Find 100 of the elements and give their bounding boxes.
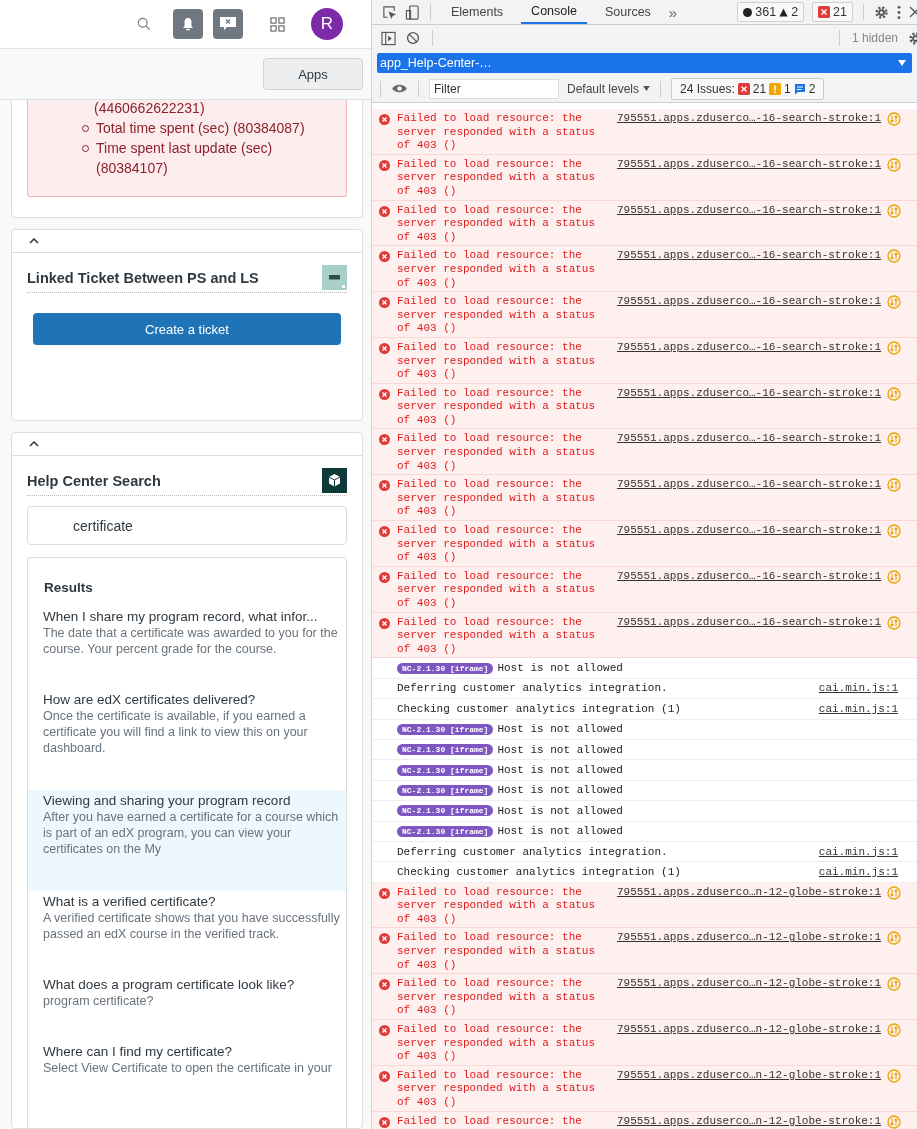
collapse-caret-icon[interactable]	[29, 238, 39, 244]
log-badge: NC-2.1.30 [iframe]	[397, 784, 494, 796]
error-icon	[379, 887, 390, 899]
result-item[interactable]: How are edX certificates delivered? Once the certificate is available, if you earned a certificate you will find a link to view this on your dashboard.	[28, 691, 346, 790]
console-message: Host is not allowed	[497, 723, 623, 736]
source-link[interactable]: 795551.apps.zduserco…-16-search-stroke:1	[617, 569, 882, 584]
console-message: Checking customer analytics integration (1)	[397, 702, 681, 715]
error-icon	[379, 1025, 390, 1036]
network-request-icon[interactable]	[887, 1068, 902, 1083]
network-request-icon[interactable]	[887, 1114, 902, 1129]
cube-logo-icon	[322, 468, 347, 493]
source-link[interactable]: 795551.apps.zduserco…-16-search-stroke:1	[617, 478, 882, 492]
filter-field[interactable]: Filter	[429, 78, 559, 99]
create-ticket-button[interactable]: Create a ticket	[33, 313, 341, 345]
log-badge: NC-2.1.30 [iframe]	[397, 764, 494, 776]
network-request-icon[interactable]	[887, 524, 902, 539]
network-request-icon[interactable]	[887, 569, 902, 584]
context-selector[interactable]: app_Help-Center-…	[377, 53, 912, 73]
devtools-tab[interactable]: Elements	[441, 0, 514, 24]
result-snippet: After you have earned a certificate for a course which is part of an edX program, you can view your certificates on the My	[43, 809, 340, 857]
issues-button[interactable]: 24 Issues: 21 1 2	[671, 77, 825, 100]
result-item[interactable]: When I share my program record, what infor... The date that a certificate was awarded to you for the course. Your percent grade for the course.	[28, 608, 346, 691]
apps-grid-icon[interactable]	[270, 16, 285, 32]
network-request-icon[interactable]	[887, 432, 902, 447]
notification-button[interactable]	[173, 9, 203, 39]
search-field[interactable]: certificate	[27, 506, 347, 545]
network-request-icon[interactable]	[887, 478, 902, 493]
error-icon	[379, 571, 390, 583]
result-item[interactable]: What is a verified certificate? A verified certificate shows that you have successfully passed an edX course in the verified track.	[28, 891, 346, 976]
source-link[interactable]: cai.min.js:1	[818, 865, 898, 878]
source-link[interactable]: 795551.apps.zduserco…n-12-globe-stroke:1	[617, 1114, 882, 1129]
source-link[interactable]: cai.min.js:1	[818, 702, 898, 715]
console-message: Failed to load resource: the server responded with a status of 403 ()	[397, 157, 597, 199]
close-icon[interactable]	[909, 6, 917, 18]
source-link[interactable]: 795551.apps.zduserco…-16-search-stroke:1	[617, 615, 882, 630]
console-message: Failed to load resource: the	[397, 1114, 583, 1129]
console-message: Host is not allowed	[497, 804, 623, 817]
network-request-icon[interactable]	[887, 112, 902, 126]
network-request-icon[interactable]	[887, 931, 902, 946]
source-link[interactable]: 795551.apps.zduserco…-16-search-stroke:1	[617, 386, 882, 401]
network-request-icon[interactable]	[887, 977, 902, 992]
devtools-tab[interactable]: Sources	[595, 0, 661, 24]
result-item[interactable]: Viewing and sharing your program record After you have earned a certificate for a course which is part of an edX program, you can view your certificates on the My	[28, 790, 346, 891]
source-link[interactable]: 795551.apps.zduserco…-16-search-stroke:1	[617, 249, 882, 263]
warning-icon	[779, 7, 789, 17]
source-link[interactable]: 795551.apps.zduserco…n-12-globe-stroke:1	[617, 1068, 882, 1083]
network-request-icon[interactable]	[887, 340, 902, 355]
device-icon[interactable]	[405, 4, 420, 20]
network-request-icon[interactable]	[887, 1023, 902, 1037]
source-link[interactable]: 795551.apps.zduserco…n-12-globe-stroke:1	[617, 931, 882, 946]
result-snippet: program certificate?	[43, 993, 155, 1009]
network-request-icon[interactable]	[887, 885, 902, 900]
more-tabs-button[interactable]: »	[668, 3, 678, 21]
error-icon	[379, 526, 390, 538]
network-request-icon[interactable]	[887, 249, 902, 264]
chat-button[interactable]	[213, 9, 243, 39]
source-link[interactable]: 795551.apps.zduserco…-16-search-stroke:1	[617, 295, 882, 309]
network-request-icon[interactable]	[887, 615, 902, 630]
user-avatar[interactable]: R	[311, 8, 343, 40]
source-link[interactable]: 795551.apps.zduserco…-16-search-stroke:1	[617, 340, 882, 355]
alert-text: (4460662622231)	[93, 100, 206, 118]
source-link[interactable]: cai.min.js:1	[818, 845, 898, 858]
source-link[interactable]: 795551.apps.zduserco…-16-search-stroke:1	[617, 432, 882, 447]
source-link[interactable]: cai.min.js:1	[818, 682, 898, 695]
network-request-icon[interactable]	[887, 203, 902, 218]
message-icon	[793, 82, 806, 95]
console-message: Failed to load resource: the server responded with a status of 403 ()	[397, 249, 597, 291]
network-request-icon[interactable]	[887, 157, 902, 172]
source-link[interactable]: 795551.apps.zduserco…-16-search-stroke:1	[617, 203, 882, 218]
sidebar-toggle-icon[interactable]	[381, 30, 396, 46]
source-link[interactable]: 795551.apps.zduserco…-16-search-stroke:1	[617, 112, 882, 126]
console-message: Failed to load resource: the server responded with a status of 403 ()	[397, 977, 597, 1018]
eye-icon[interactable]	[391, 83, 408, 94]
collapse-caret-icon[interactable]	[29, 441, 39, 447]
console-message: Deferring customer analytics integration.	[397, 845, 668, 858]
source-link[interactable]: 795551.apps.zduserco…n-12-globe-stroke:1	[617, 1023, 882, 1037]
clear-console-icon[interactable]	[406, 31, 420, 45]
apps-button[interactable]: Apps	[263, 58, 363, 90]
settings-icon[interactable]	[874, 4, 889, 20]
network-request-icon[interactable]	[887, 386, 902, 401]
more-options-icon[interactable]	[897, 4, 901, 20]
result-snippet: Select View Certificate to open the certificate in your	[43, 1060, 333, 1076]
error-count[interactable]: 21	[812, 2, 853, 22]
log-badge: NC-2.1.30 [iframe]	[397, 744, 494, 756]
log-levels-dropdown[interactable]: Default levels	[567, 81, 651, 96]
source-link[interactable]: 795551.apps.zduserco…-16-search-stroke:1	[617, 524, 882, 538]
source-link[interactable]: 795551.apps.zduserco…n-12-globe-stroke:1	[617, 885, 882, 900]
source-link[interactable]: 795551.apps.zduserco…n-12-globe-stroke:1	[617, 977, 882, 991]
console-message: Host is not allowed	[497, 764, 623, 776]
error-icon	[379, 388, 390, 400]
result-snippet: The date that a certificate was awarded to you for the course. Your percent grade for the course.	[43, 625, 339, 657]
network-request-icon[interactable]	[887, 295, 902, 310]
error-icon	[379, 1070, 390, 1082]
result-item[interactable]: Where can I find my certificate? Select View Certificate to open the certificate in your	[28, 1043, 346, 1110]
source-link[interactable]: 795551.apps.zduserco…-16-search-stroke:1	[617, 157, 882, 172]
message-counts[interactable]: 361 2	[737, 2, 805, 22]
search-icon[interactable]	[137, 17, 151, 31]
console-message: Deferring customer analytics integration.	[397, 682, 668, 695]
inspect-icon[interactable]	[382, 4, 397, 20]
result-item[interactable]: What does a program certificate look like? program certificate?	[28, 976, 346, 1043]
